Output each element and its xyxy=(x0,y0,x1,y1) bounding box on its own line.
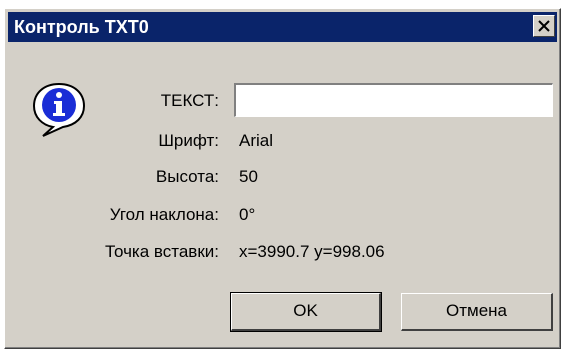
font-label: Шрифт: xyxy=(158,131,219,150)
close-button[interactable] xyxy=(533,15,555,37)
height-label: Высота: xyxy=(155,167,219,186)
angle-value: 0° xyxy=(239,205,256,224)
angle-label: Угол наклона: xyxy=(109,205,219,224)
font-value: Arial xyxy=(239,131,274,150)
dialog-window: Контроль TXT0 ТЕКСТ: Шрифт: Arial Высота… xyxy=(4,8,561,349)
height-value: 50 xyxy=(239,167,258,186)
insertion-point-label: Точка вставки: xyxy=(104,242,219,261)
window-title: Контроль TXT0 xyxy=(14,17,149,37)
ok-button[interactable]: OK xyxy=(230,292,382,332)
close-icon xyxy=(538,20,550,32)
cancel-button[interactable]: Отмена xyxy=(401,293,553,331)
insertion-point-value: x=3990.7 y=998.06 xyxy=(239,242,385,261)
title-bar[interactable]: Контроль TXT0 xyxy=(8,12,557,42)
text-input[interactable] xyxy=(234,83,553,117)
text-label: ТЕКСТ: xyxy=(160,91,219,110)
